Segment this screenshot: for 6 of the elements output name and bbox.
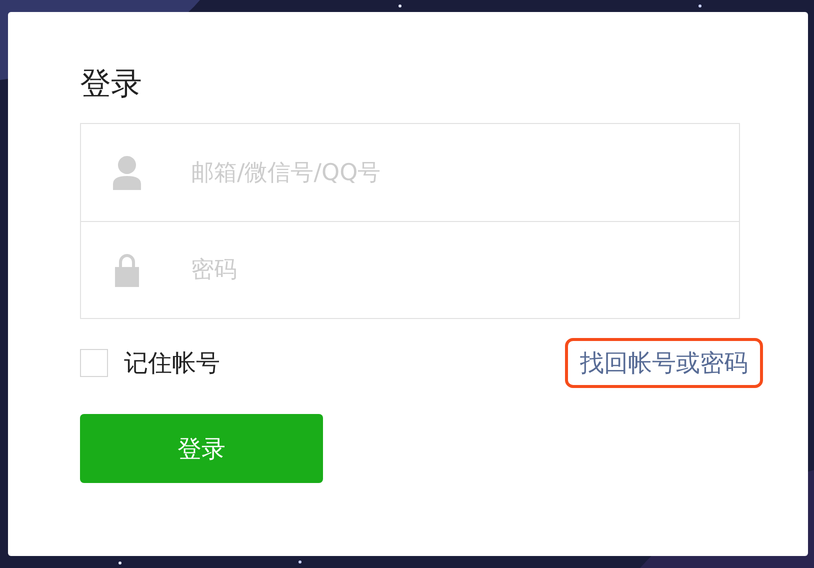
recover-link[interactable]: 找回帐号或密码 — [580, 349, 748, 377]
user-icon — [111, 154, 143, 192]
login-button[interactable]: 登录 — [80, 414, 323, 483]
remember-label: 记住帐号 — [124, 348, 220, 379]
login-title: 登录 — [80, 65, 143, 104]
checkbox[interactable] — [80, 349, 108, 377]
